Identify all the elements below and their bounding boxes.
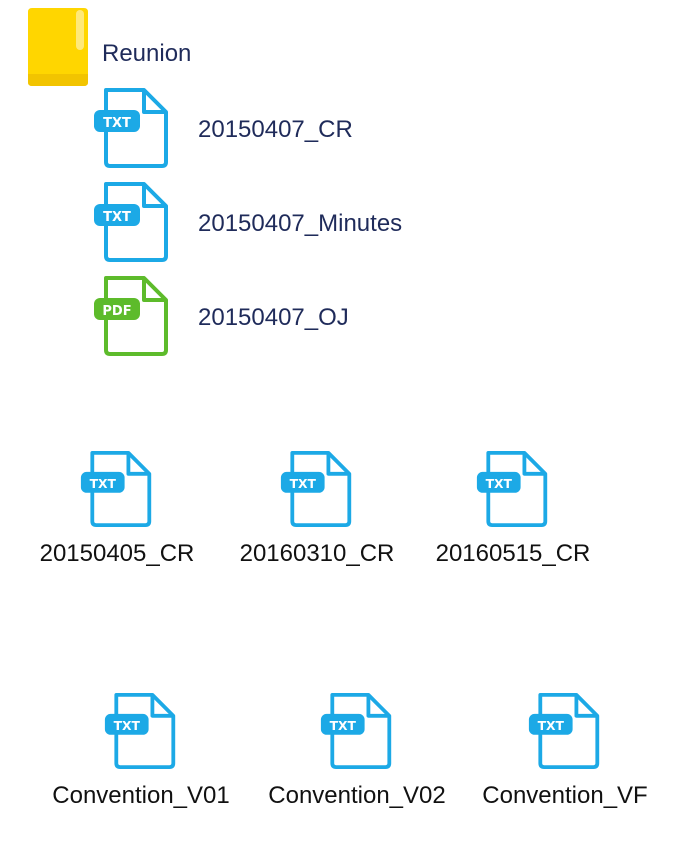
file-label: Convention_V02 (268, 782, 446, 809)
file-item-convention-vf[interactable]: TXT Convention_VF (470, 690, 660, 820)
svg-text:TXT: TXT (114, 719, 141, 733)
file-label: Convention_VF (482, 782, 648, 809)
file-item-convention-v01[interactable]: TXT Convention_V01 (46, 690, 236, 820)
svg-text:TXT: TXT (290, 477, 317, 491)
txt-file-icon: TXT (476, 451, 548, 527)
file-label: 20150407_Minutes (198, 210, 403, 237)
file-label: 20150407_OJ (198, 304, 349, 331)
svg-text:TXT: TXT (103, 210, 131, 225)
svg-text:PDF: PDF (102, 304, 131, 319)
txt-file-icon: TXT (104, 693, 176, 769)
txt-file-icon: TXT (80, 451, 152, 527)
svg-text:TXT: TXT (330, 719, 357, 733)
svg-text:TXT: TXT (486, 477, 513, 491)
file-label: 20150407_CR (198, 116, 353, 143)
file-canvas: Reunion TXT 20150407_CR TXT 20150407_Min… (0, 0, 680, 841)
file-item-20160310-cr[interactable]: TXT 20160310_CR (222, 448, 412, 578)
file-item-20150407-cr[interactable]: TXT 20150407_CR (92, 86, 512, 170)
folder-label: Reunion (102, 40, 192, 67)
file-label: 20160515_CR (435, 540, 591, 567)
txt-file-icon: TXT (94, 88, 168, 168)
txt-file-icon: TXT (528, 693, 600, 769)
file-item-20160515-cr[interactable]: TXT 20160515_CR (418, 448, 608, 578)
file-item-20150407-minutes[interactable]: TXT 20150407_Minutes (92, 180, 512, 264)
pdf-file-icon: PDF (94, 276, 168, 356)
folder-icon (28, 8, 88, 86)
txt-file-icon: TXT (94, 182, 168, 262)
file-item-20150405-cr[interactable]: TXT 20150405_CR (22, 448, 212, 578)
svg-text:TXT: TXT (90, 477, 117, 491)
file-item-20150407-oj[interactable]: PDF 20150407_OJ (92, 274, 512, 358)
svg-text:TXT: TXT (103, 116, 131, 131)
file-label: Convention_V01 (52, 782, 230, 809)
folder-reunion[interactable]: Reunion (22, 4, 322, 88)
txt-file-icon: TXT (320, 693, 392, 769)
txt-file-icon: TXT (280, 451, 352, 527)
file-label: 20150405_CR (39, 540, 195, 567)
svg-text:TXT: TXT (538, 719, 565, 733)
file-label: 20160310_CR (239, 540, 395, 567)
file-item-convention-v02[interactable]: TXT Convention_V02 (262, 690, 452, 820)
